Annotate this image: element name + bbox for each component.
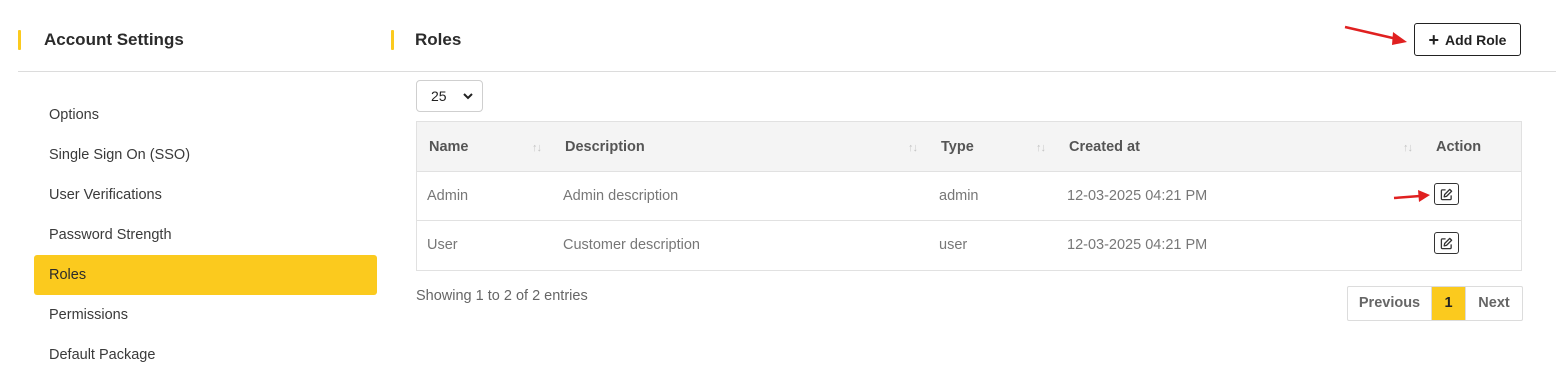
sidebar-item-permissions[interactable]: Permissions (34, 295, 377, 335)
sidebar-item-default-package[interactable]: Default Package (34, 335, 377, 375)
roles-heading: Roles (391, 30, 461, 50)
sort-icon[interactable]: ↑↓ (532, 142, 542, 154)
sidebar-item-password-strength[interactable]: Password Strength (34, 215, 377, 255)
cell-type: admin (939, 188, 979, 204)
settings-sidebar: Options Single Sign On (SSO) User Verifi… (34, 95, 377, 375)
sort-icon[interactable]: ↑↓ (1403, 142, 1413, 154)
page-1-button[interactable]: 1 (1432, 287, 1465, 320)
cell-name: Admin (427, 188, 469, 204)
sidebar-item-options[interactable]: Options (34, 95, 377, 135)
previous-page-button[interactable]: Previous (1348, 287, 1432, 320)
annotation-arrow-icon (1344, 25, 1407, 45)
sidebar-item-user-verifications[interactable]: User Verifications (34, 175, 377, 215)
table-header: Name ↑↓ Description ↑↓ Type ↑↓ Created a… (417, 122, 1521, 172)
cell-description: Customer description (563, 237, 700, 253)
chevron-down-icon (463, 93, 473, 100)
page-title: Roles (415, 30, 462, 49)
account-settings-heading: Account Settings (18, 30, 184, 50)
sort-icon[interactable]: ↑↓ (908, 142, 918, 154)
edit-role-button[interactable] (1434, 183, 1459, 205)
add-role-label: Add Role (1445, 31, 1507, 48)
cell-description: Admin description (563, 188, 679, 204)
column-header-created-at[interactable]: Created at (1069, 122, 1140, 172)
table-row: Admin Admin description admin 12-03-2025… (417, 172, 1521, 221)
plus-icon: + (1428, 29, 1440, 50)
accent-bar (391, 30, 394, 50)
table-row: User Customer description user 12-03-202… (417, 221, 1521, 270)
page-size-select[interactable]: 25 (416, 80, 483, 112)
roles-table: Name ↑↓ Description ↑↓ Type ↑↓ Created a… (416, 121, 1522, 271)
entries-info: Showing 1 to 2 of 2 entries (416, 288, 588, 304)
edit-role-button[interactable] (1434, 232, 1459, 254)
column-header-description[interactable]: Description (565, 122, 645, 172)
sort-icon[interactable]: ↑↓ (1036, 142, 1046, 154)
add-role-button[interactable]: + Add Role (1414, 23, 1521, 56)
accent-bar (18, 30, 21, 50)
annotation-arrow-icon (1393, 190, 1430, 202)
cell-created-at: 12-03-2025 04:21 PM (1067, 237, 1208, 253)
sidebar-item-roles[interactable]: Roles (34, 255, 377, 295)
edit-icon (1440, 188, 1453, 200)
column-header-action: Action (1436, 139, 1482, 155)
account-settings-title: Account Settings (44, 30, 184, 49)
cell-created-at: 12-03-2025 04:21 PM (1067, 188, 1208, 204)
cell-type: user (939, 237, 968, 253)
column-header-type[interactable]: Type (941, 122, 974, 172)
page-size-value: 25 (431, 88, 447, 104)
cell-name: User (427, 237, 458, 253)
pagination: Previous 1 Next (1347, 286, 1523, 321)
edit-icon (1440, 237, 1453, 249)
sidebar-item-sso[interactable]: Single Sign On (SSO) (34, 135, 377, 175)
header-divider (18, 71, 1556, 72)
next-page-button[interactable]: Next (1465, 287, 1522, 320)
column-header-name[interactable]: Name (429, 122, 469, 172)
